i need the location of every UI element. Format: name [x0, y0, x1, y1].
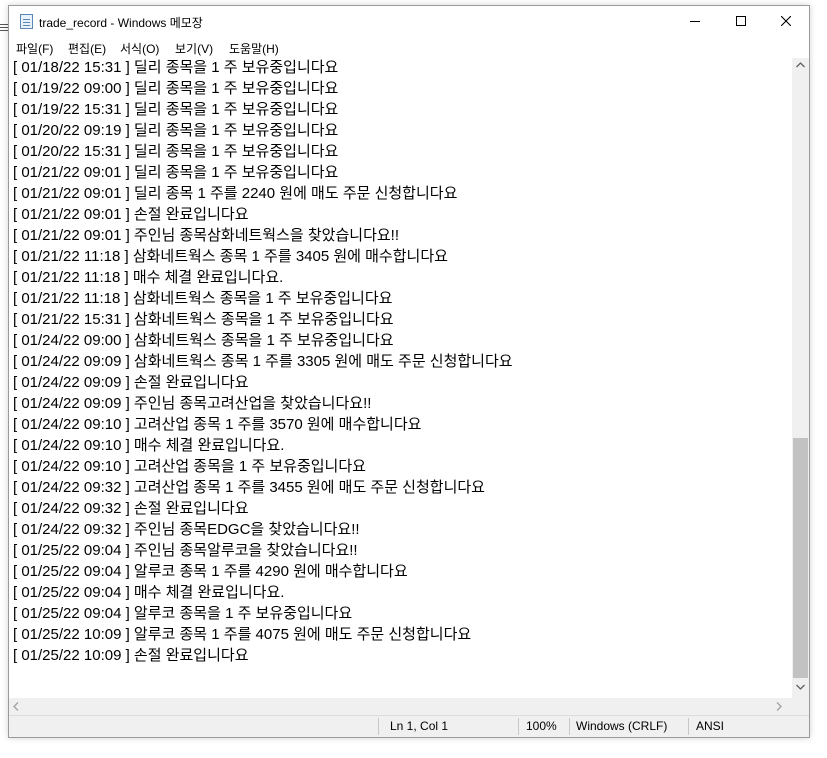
text-line: [ 01/21/22 09:01 ] 딜리 종목을 1 주 보유중입니다요 [13, 164, 339, 181]
text-line: [ 01/21/22 09:01 ] 손절 완료입니다요 [13, 206, 249, 223]
text-line: [ 01/21/22 11:18 ] 삼화네트웍스 종목을 1 주 보유중입니다… [13, 290, 393, 307]
status-encoding: ANSI [696, 719, 725, 733]
status-zoom: 100% [526, 719, 557, 733]
scroll-down-icon[interactable] [796, 684, 805, 690]
text-line: [ 01/25/22 10:09 ] 손절 완료입니다요 [13, 647, 249, 664]
text-line: [ 01/20/22 09:19 ] 딜리 종목을 1 주 보유중입니다요 [13, 122, 339, 139]
minimize-icon [690, 21, 700, 22]
scroll-up-icon[interactable] [796, 62, 805, 68]
notepad-window: trade_record - Windows 메모장 파일(F) 편집(E) 서… [8, 5, 810, 738]
text-line: [ 01/18/22 15:31 ] 딜리 종목을 1 주 보유중입니다요 [13, 59, 339, 76]
menu-view[interactable]: 보기(V) [175, 40, 213, 57]
status-bar: Ln 1, Col 1 100% Windows (CRLF) ANSI [9, 715, 809, 737]
text-line: [ 01/24/22 09:10 ] 고려산업 종목 1 주를 3570 원에 … [13, 416, 422, 433]
text-line: [ 01/25/22 09:04 ] 알루코 종목을 1 주 보유중입니다요 [13, 605, 353, 622]
text-editor[interactable]: [ 01/18/22 15:31 ] 딜리 종목을 1 주 보유중입니다요 [ … [9, 58, 793, 698]
status-cursor-position: Ln 1, Col 1 [390, 719, 449, 733]
desktop-menu-icon [0, 24, 8, 36]
text-line: [ 01/24/22 09:09 ] 주인님 종목고려산업을 찾았습니다요!! [13, 395, 372, 412]
title-bar[interactable]: trade_record - Windows 메모장 [9, 6, 809, 36]
window-title: trade_record - Windows 메모장 [39, 16, 203, 30]
close-button[interactable] [763, 6, 809, 36]
text-line: [ 01/21/22 11:18 ] 삼화네트웍스 종목 1 주를 3405 원… [13, 248, 448, 265]
text-line: [ 01/24/22 09:09 ] 삼화네트웍스 종목 1 주를 3305 원… [13, 353, 513, 370]
vertical-scroll-thumb[interactable] [793, 438, 808, 678]
text-line: [ 01/24/22 09:10 ] 매수 체결 완료입니다요. [13, 437, 285, 454]
text-line: [ 01/24/22 09:09 ] 손절 완료입니다요 [13, 374, 249, 391]
text-line: [ 01/21/22 09:01 ] 주인님 종목삼화네트웍스을 찾았습니다요!… [13, 227, 400, 244]
text-line: [ 01/20/22 15:31 ] 딜리 종목을 1 주 보유중입니다요 [13, 143, 339, 160]
scrollbar-corner [792, 698, 809, 715]
text-line: [ 01/24/22 09:10 ] 고려산업 종목을 1 주 보유중입니다요 [13, 458, 366, 475]
status-divider [688, 718, 689, 735]
vertical-scrollbar[interactable] [792, 58, 809, 698]
text-line: [ 01/24/22 09:32 ] 손절 완료입니다요 [13, 500, 249, 517]
horizontal-scrollbar[interactable] [9, 698, 793, 715]
menu-help[interactable]: 도움말(H) [229, 40, 279, 57]
text-line: [ 01/21/22 09:01 ] 딜리 종목 1 주를 2240 원에 매도… [13, 185, 458, 202]
text-line: [ 01/24/22 09:00 ] 삼화네트웍스 종목을 1 주 보유중입니다… [13, 332, 394, 349]
notepad-icon [20, 14, 33, 29]
text-line: [ 01/21/22 11:18 ] 매수 체결 완료입니다요. [13, 269, 284, 286]
menu-format[interactable]: 서식(O) [120, 40, 159, 57]
menu-bar: 파일(F) 편집(E) 서식(O) 보기(V) 도움말(H) [9, 37, 809, 57]
text-line: [ 01/25/22 09:04 ] 매수 체결 완료입니다요. [13, 584, 285, 601]
maximize-button[interactable] [718, 6, 764, 36]
close-icon [781, 16, 791, 26]
text-line: [ 01/21/22 15:31 ] 삼화네트웍스 종목을 1 주 보유중입니다… [13, 311, 394, 328]
maximize-icon [736, 16, 746, 26]
scroll-left-icon[interactable] [13, 702, 19, 711]
text-line: [ 01/24/22 09:32 ] 고려산업 종목 1 주를 3455 원에 … [13, 479, 485, 496]
scroll-right-icon[interactable] [776, 702, 782, 711]
status-divider [518, 718, 519, 735]
text-line: [ 01/25/22 10:09 ] 알루코 종목 1 주를 4075 원에 매… [13, 626, 472, 643]
text-line: [ 01/19/22 15:31 ] 딜리 종목을 1 주 보유중입니다요 [13, 101, 339, 118]
text-line: [ 01/19/22 09:00 ] 딜리 종목을 1 주 보유중입니다요 [13, 80, 339, 97]
status-divider [378, 718, 379, 735]
menu-edit[interactable]: 편집(E) [68, 40, 106, 57]
text-line: [ 01/25/22 09:04 ] 주인님 종목알루코을 찾았습니다요!! [13, 542, 358, 559]
minimize-button[interactable] [672, 6, 718, 36]
text-line: [ 01/24/22 09:32 ] 주인님 종목EDGC을 찾았습니다요!! [13, 521, 360, 538]
menu-file[interactable]: 파일(F) [16, 40, 53, 57]
text-line: [ 01/25/22 09:04 ] 알루코 종목 1 주를 4290 원에 매… [13, 563, 408, 580]
status-line-ending: Windows (CRLF) [576, 719, 668, 733]
status-divider [569, 718, 570, 735]
